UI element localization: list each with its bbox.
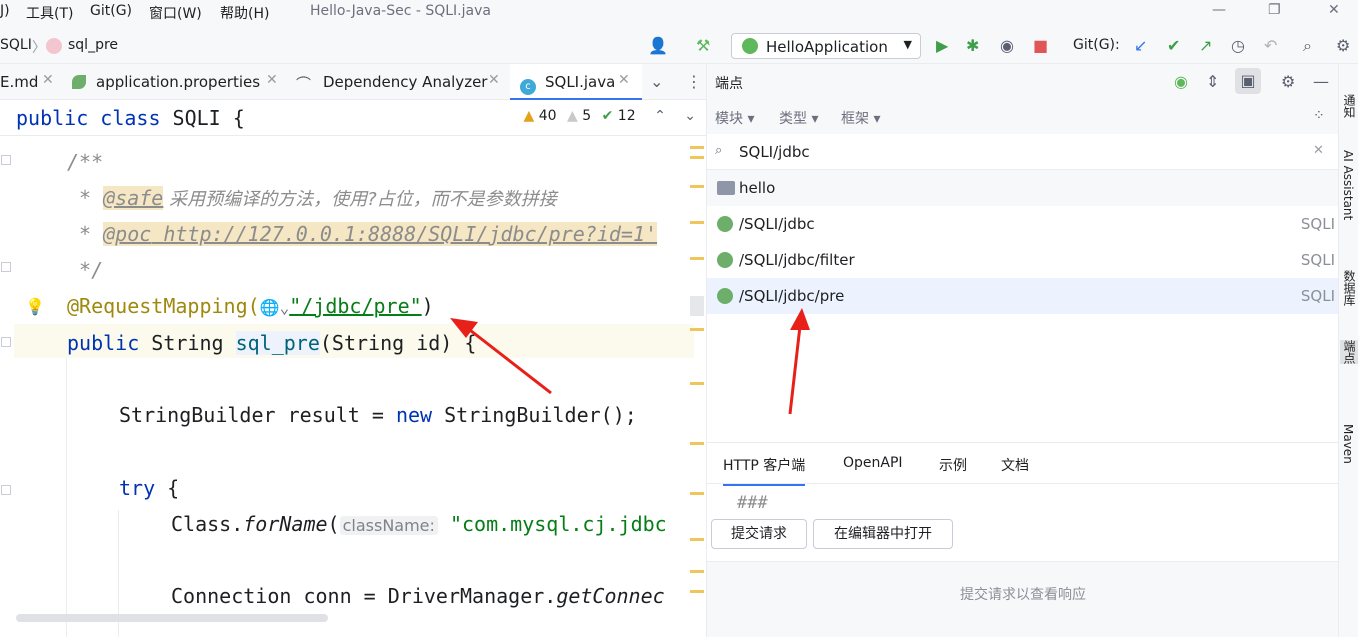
arrowhead-right (790, 308, 810, 330)
arrowhead-left (450, 318, 478, 338)
arrow-line-left (465, 325, 552, 395)
annotation-arrows (450, 308, 810, 415)
arrow-line-right (788, 325, 802, 415)
